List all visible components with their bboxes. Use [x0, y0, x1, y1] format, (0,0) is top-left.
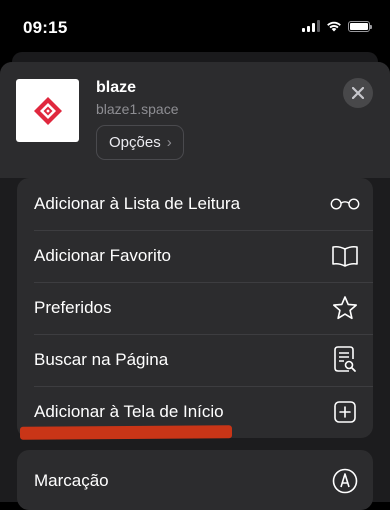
options-label: Opções [109, 134, 161, 151]
wifi-icon [327, 21, 341, 32]
site-thumbnail [16, 79, 79, 142]
menu-item-label: Adicionar Favorito [34, 246, 172, 265]
annotation-underline [19, 425, 233, 440]
status-bar: 09:15 [0, 0, 390, 56]
find-in-page-icon [330, 345, 360, 375]
menu-item-label: Adicionar à Tela de Início [34, 402, 224, 421]
close-button[interactable] [343, 78, 373, 108]
menu-item-label: Buscar na Página [34, 350, 169, 369]
status-icons [302, 20, 372, 32]
cellular-signal-icon [302, 20, 320, 32]
menu-item-add-bookmark[interactable]: Adicionar Favorito [17, 230, 373, 282]
book-icon [330, 241, 360, 271]
star-icon [330, 293, 360, 323]
battery-icon [348, 20, 372, 32]
close-icon [352, 87, 364, 99]
status-time: 09:15 [23, 18, 68, 37]
share-sheet-header: blaze blaze1.space Opções › [0, 62, 390, 178]
chevron-right-icon: › [166, 134, 172, 151]
actions-group: Adicionar à Lista de Leitura Adicionar F… [17, 178, 373, 438]
glasses-icon [330, 189, 360, 219]
markup-icon [330, 466, 360, 496]
menu-item-markup[interactable]: Marcação [17, 450, 373, 510]
menu-item-add-reading-list[interactable]: Adicionar à Lista de Leitura [17, 178, 373, 230]
menu-item-label: Marcação [34, 471, 109, 490]
menu-item-favorites[interactable]: Preferidos [17, 282, 373, 334]
options-button[interactable]: Opções › [96, 125, 184, 160]
add-to-home-icon [330, 397, 360, 427]
site-url: blaze1.space [96, 101, 179, 117]
menu-item-label: Preferidos [34, 298, 112, 317]
site-title: blaze [96, 79, 137, 96]
menu-item-find-in-page[interactable]: Buscar na Página [17, 334, 373, 386]
blaze-logo-icon [33, 96, 62, 125]
menu-item-label: Adicionar à Lista de Leitura [34, 194, 241, 213]
markup-group: Marcação [17, 450, 373, 510]
